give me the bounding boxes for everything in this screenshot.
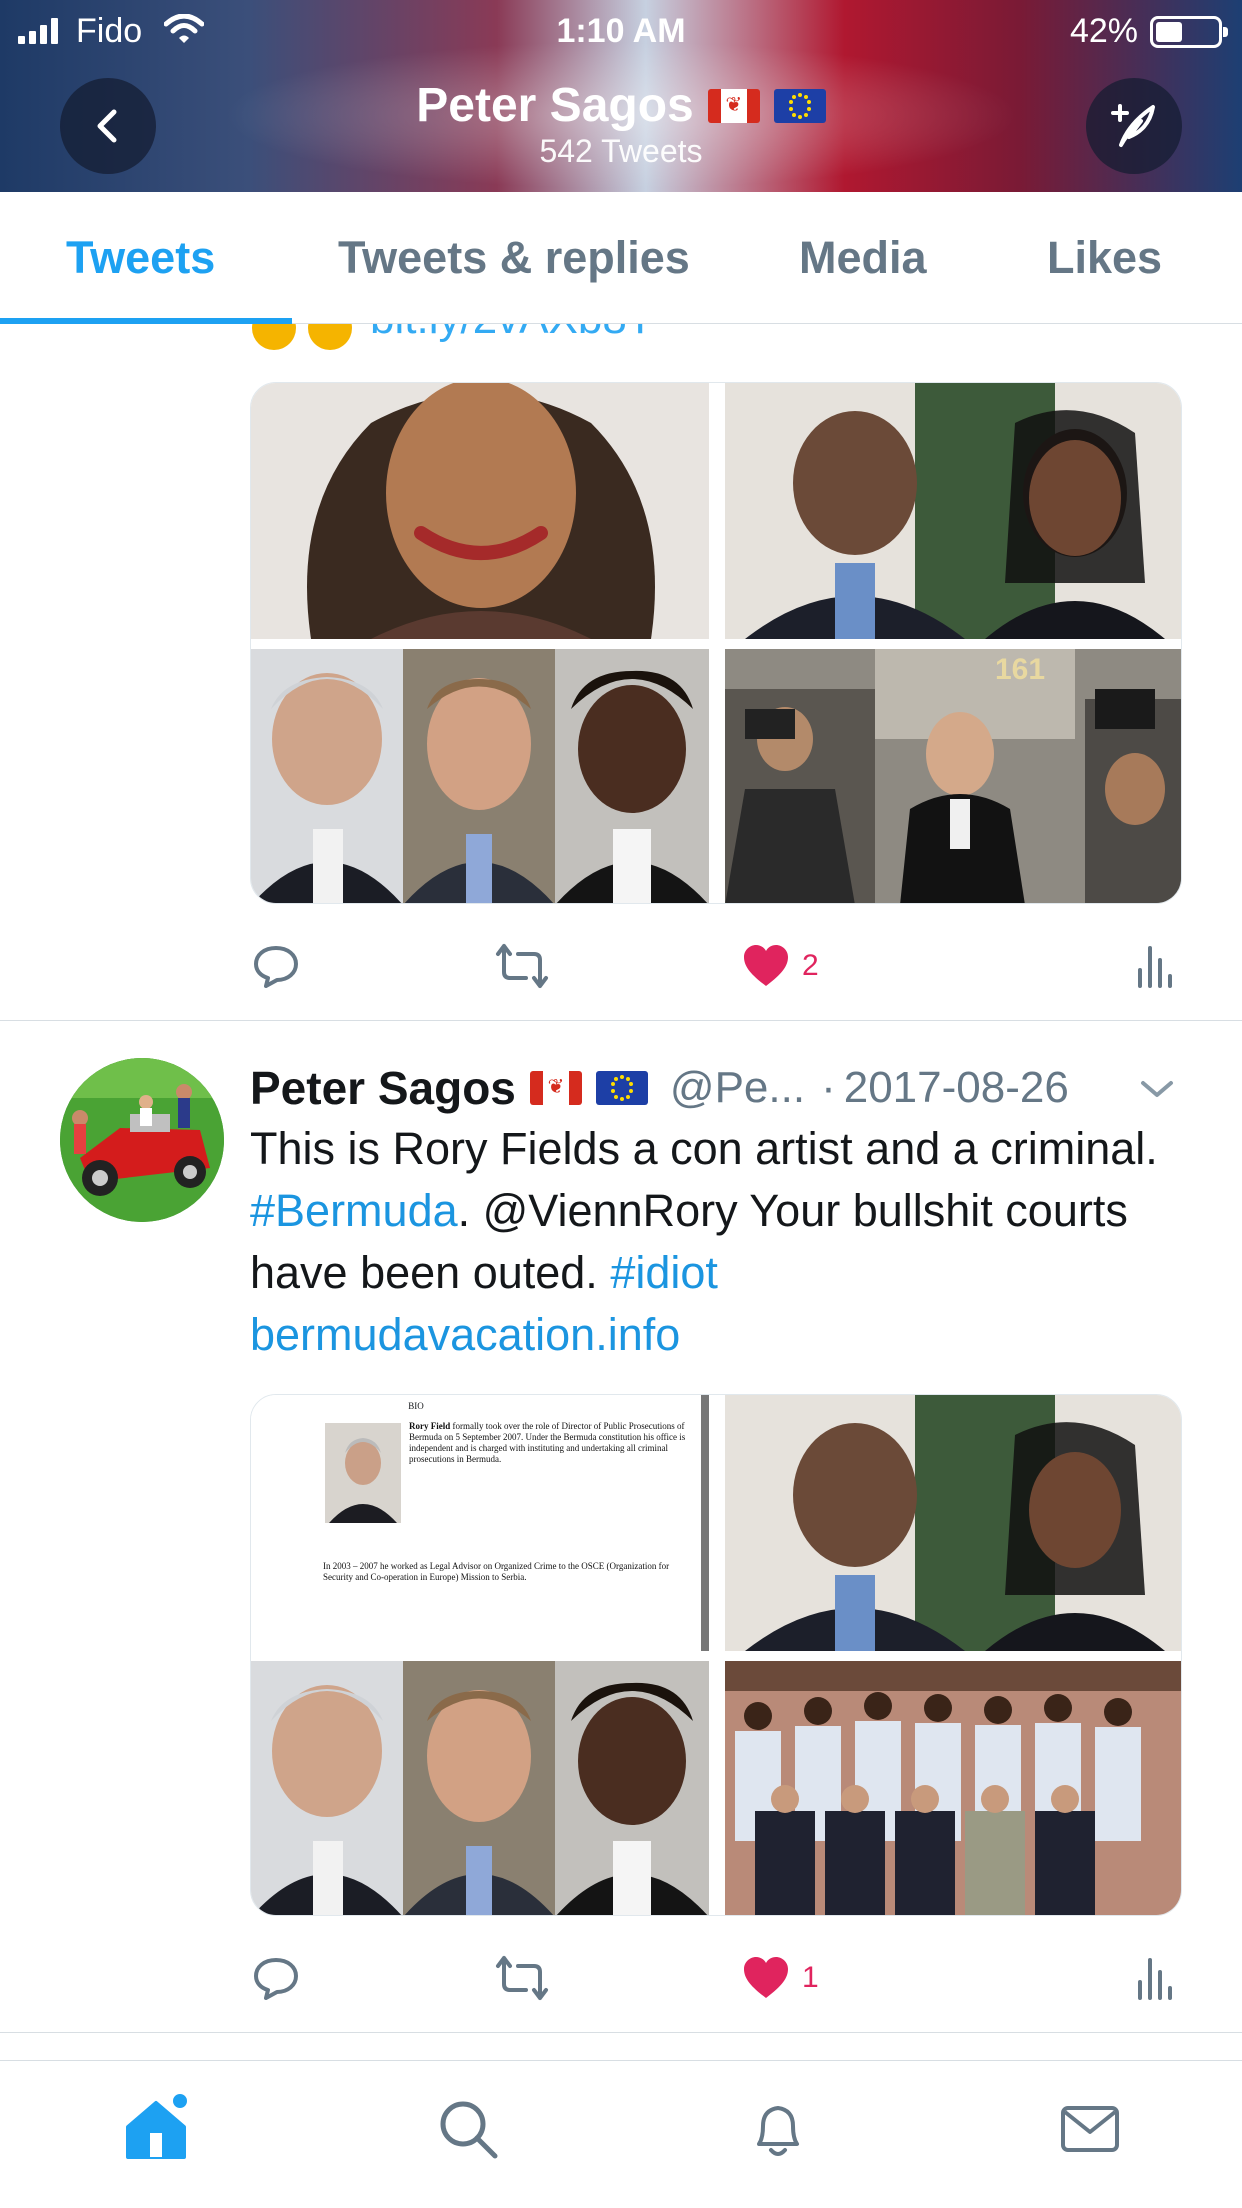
retweet-icon	[496, 1956, 548, 2000]
search-icon	[440, 2101, 498, 2159]
hashtag-link[interactable]: #idiot	[610, 1247, 718, 1298]
author-name[interactable]: Peter Sagos	[250, 1061, 516, 1115]
emoji-icon	[252, 324, 296, 350]
like-button[interactable]: 2	[740, 940, 819, 992]
retweet-button[interactable]	[494, 940, 550, 992]
battery-percent: 42%	[1069, 12, 1138, 50]
mail-icon	[1061, 2106, 1119, 2152]
tweet-actions: 1	[250, 1952, 1182, 2016]
timeline[interactable]: bit.ly/2vAXb8T	[0, 324, 1242, 2060]
clock: 1:10 AM	[556, 12, 686, 50]
notification-dot	[170, 2091, 190, 2111]
media-document-bio[interactable]: BIO Rory Field formally took over the ro…	[251, 1395, 709, 1651]
media-photo-duo[interactable]	[725, 1395, 1181, 1651]
tweet-count: 542 Tweets	[539, 133, 703, 169]
tabbar-home[interactable]	[116, 2089, 196, 2169]
status-bar: Fido 1:10 AM 42%	[0, 0, 1242, 62]
battery-icon	[1150, 16, 1228, 48]
media-photo-duo[interactable]	[725, 383, 1181, 639]
like-count: 2	[802, 949, 819, 982]
tabbar-search[interactable]	[428, 2089, 508, 2169]
like-count: 1	[802, 1961, 819, 1994]
compose-tweet-button[interactable]	[1086, 78, 1182, 174]
doc-name: Rory Field	[409, 1421, 451, 1431]
tweet-header: Peter Sagos @Pe... · 2017-08-26	[250, 1058, 1190, 1118]
retweet-icon	[496, 944, 548, 988]
author-handle[interactable]: @Pe...	[670, 1063, 805, 1113]
analytics-button[interactable]	[1134, 1952, 1174, 2004]
tweet-divider	[0, 2032, 1242, 2033]
tab-likes[interactable]: Likes	[1047, 232, 1162, 284]
analytics-button[interactable]	[1134, 940, 1174, 992]
emoji-icon	[308, 324, 352, 350]
canada-flag-icon	[529, 1071, 582, 1105]
eu-flag-icon	[595, 1071, 648, 1105]
analytics-icon	[1138, 946, 1172, 988]
tweet-date[interactable]: 2017-08-26	[844, 1063, 1069, 1113]
tabbar-messages[interactable]	[1050, 2089, 1130, 2169]
like-button[interactable]: 1	[740, 1952, 819, 2004]
bell-icon	[757, 2106, 799, 2156]
avatar[interactable]	[60, 1058, 224, 1222]
chevron-down-icon	[1141, 1081, 1173, 1097]
heart-filled-icon	[744, 1957, 788, 1998]
eu-flag-icon	[773, 88, 826, 123]
media-photo-portrait[interactable]	[251, 383, 709, 639]
heart-filled-icon	[744, 945, 788, 986]
analytics-icon	[1138, 1958, 1172, 2000]
hashtag-link[interactable]: #Bermuda	[250, 1185, 458, 1236]
profile-header: Fido 1:10 AM 42% Peter Sagos ❦ 542 Tweet…	[0, 0, 1242, 192]
doc-paragraph: formally took over the role of Director …	[409, 1421, 686, 1464]
media-photo-group[interactable]	[725, 1661, 1181, 1915]
tweet-divider	[0, 1020, 1242, 1021]
doc-heading: BIO	[408, 1401, 424, 1411]
profile-title: Peter Sagos 542 Tweets	[0, 78, 1242, 170]
media-photo-trio[interactable]	[251, 1661, 709, 1915]
reply-icon	[254, 1958, 298, 2000]
tweet-media-grid[interactable]: BIO Rory Field formally took over the ro…	[250, 1394, 1182, 1916]
canada-flag-icon	[707, 88, 760, 123]
tweet-text: This is Rory Fields a con artist and a c…	[250, 1118, 1190, 1366]
doc-paragraph: In 2003 – 2007 he worked as Legal Adviso…	[323, 1561, 670, 1582]
compose-feather-icon	[1111, 104, 1155, 147]
tweet-actions: 2	[250, 940, 1182, 1004]
url-link[interactable]: bermudavacation.info	[250, 1309, 680, 1360]
tab-media[interactable]: Media	[799, 232, 927, 284]
doc-portrait	[325, 1423, 401, 1523]
tab-tweets[interactable]: Tweets	[66, 232, 215, 284]
tweet-media-grid[interactable]: 161	[250, 382, 1182, 904]
profile-tabs: Tweets Tweets & replies Media Likes	[0, 192, 1242, 324]
tabbar-notifications[interactable]	[738, 2089, 818, 2169]
tweet-menu-button[interactable]	[1132, 1064, 1182, 1114]
reply-button[interactable]	[250, 940, 302, 992]
tweet-text-part: This is Rory Fields a con artist and a c…	[250, 1123, 1158, 1174]
tab-tweets-and-replies[interactable]: Tweets & replies	[338, 232, 690, 284]
reply-button[interactable]	[250, 1952, 302, 2004]
header-separator: ·	[821, 1063, 836, 1112]
bottom-tab-bar	[0, 2060, 1242, 2208]
profile-name: Peter Sagos	[416, 79, 694, 132]
retweet-button[interactable]	[494, 1952, 550, 2004]
reply-icon	[254, 946, 298, 988]
building-number: 161	[995, 653, 1045, 686]
tweet-header	[250, 748, 1190, 808]
tweet-partial-link[interactable]: bit.ly/2vAXb8T	[370, 324, 654, 344]
